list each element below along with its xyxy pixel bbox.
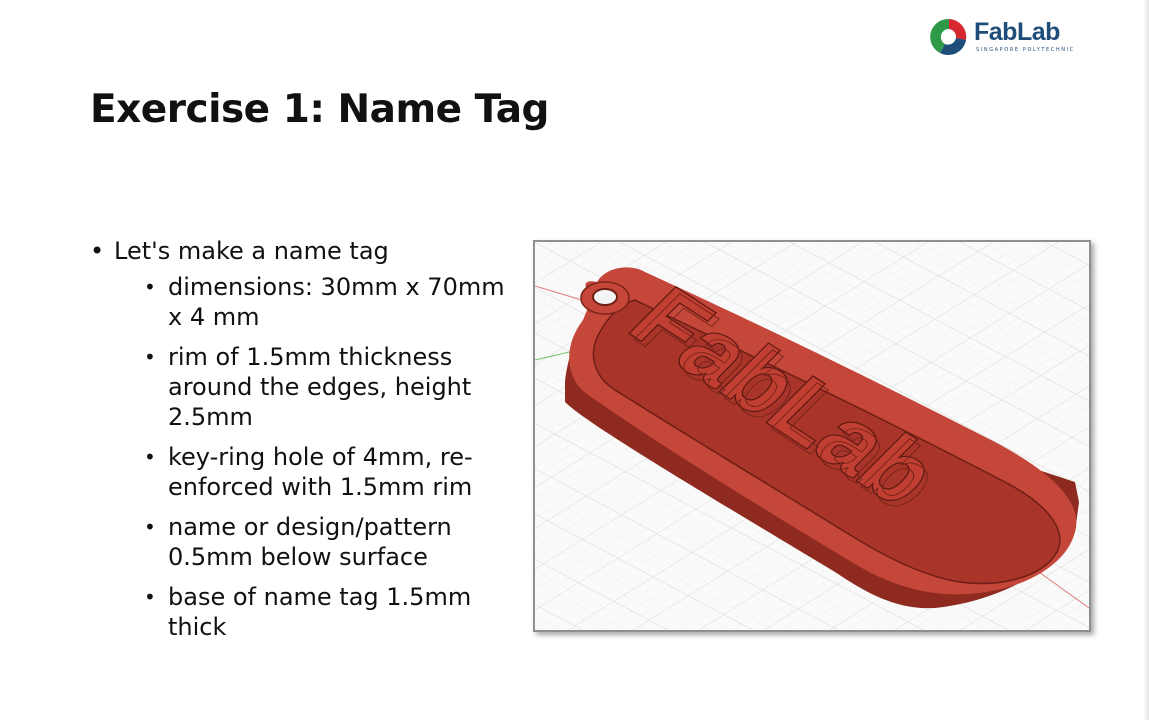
slide-edge-shadow — [1143, 0, 1149, 720]
bullet-dot: • — [144, 585, 156, 609]
sub-bullet-text: dimensions: 30mm x 70mm x 4 mm — [168, 273, 505, 331]
name-tag-3d-render: FabLab FabLab — [533, 240, 1091, 632]
logo-subtitle: SINGAPORE POLYTECHNIC — [976, 47, 1075, 53]
sub-bullet-text: key-ring hole of 4mm, re-enforced with 1… — [168, 443, 473, 501]
slide-title: Exercise 1: Name Tag — [90, 87, 549, 132]
sub-bullet-keyring: • key-ring hole of 4mm, re-enforced with… — [90, 442, 510, 502]
sub-bullet-text: rim of 1.5mm thickness around the edges,… — [168, 343, 472, 431]
sub-bullet-base: • base of name tag 1.5mm thick — [90, 582, 510, 642]
bullet-dot: • — [144, 345, 156, 369]
fablab-logo: FabLab SINGAPORE POLYTECHNIC — [928, 14, 1078, 60]
bullet-dot: • — [144, 275, 156, 299]
sub-bullet-dimensions: • dimensions: 30mm x 70mm x 4 mm — [90, 272, 510, 332]
sub-bullet-text: base of name tag 1.5mm thick — [168, 583, 472, 641]
fablab-logo-icon — [930, 18, 968, 56]
bullet-dot: • — [90, 237, 105, 265]
sub-bullet-text: name or design/pattern 0.5mm below surfa… — [168, 513, 452, 571]
render-canvas: FabLab FabLab — [535, 242, 1089, 630]
bullet-main-text: Let's make a name tag — [114, 237, 389, 265]
keyring-loop — [580, 281, 630, 315]
sub-bullet-name-design: • name or design/pattern 0.5mm below sur… — [90, 512, 510, 572]
slide: FabLab SINGAPORE POLYTECHNIC Exercise 1:… — [0, 0, 1149, 720]
sub-bullet-list: • dimensions: 30mm x 70mm x 4 mm • rim o… — [90, 272, 510, 642]
sub-bullet-rim: • rim of 1.5mm thickness around the edge… — [90, 342, 510, 432]
keyring-hole — [592, 288, 618, 306]
logo-wordmark: FabLab — [974, 18, 1060, 46]
bullet-main: • Let's make a name tag — [90, 236, 510, 266]
bullet-dot: • — [144, 515, 156, 539]
bullet-list: • Let's make a name tag • dimensions: 30… — [90, 236, 510, 652]
bullet-dot: • — [144, 445, 156, 469]
